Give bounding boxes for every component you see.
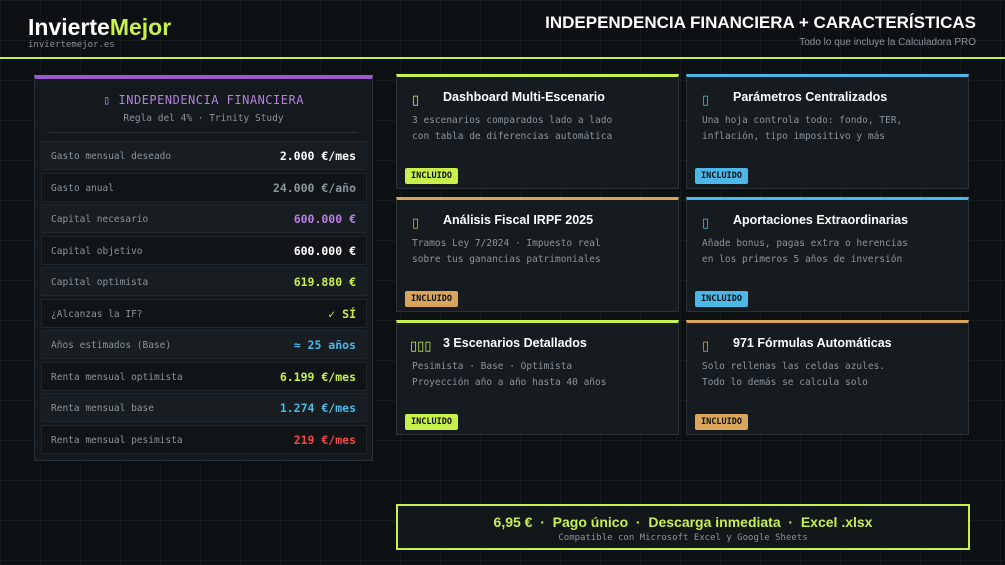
fi-row-label: Gasto mensual deseado <box>51 151 172 162</box>
feature-desc-line: con tabla de diferencias automática <box>412 131 613 142</box>
feature-desc-line: Añade bonus, pagas extra o herencias <box>702 238 908 249</box>
page-subtitle: Todo lo que incluye la Calculadora PRO <box>799 37 976 48</box>
feature-title: 971 Fórmulas Automáticas <box>733 336 892 350</box>
included-badge: INCLUIDO <box>695 291 748 307</box>
target-icon: ▯ <box>103 93 111 107</box>
compatibility-note: Compatible con Microsoft Excel y Google … <box>558 533 808 543</box>
feature-description: Pesimista · Base · Optimista Proyección a… <box>412 359 606 391</box>
fi-row-label: Años estimados (Base) <box>51 340 172 351</box>
fi-row-value: 6.199 €/mes <box>279 369 356 384</box>
fi-row: Capital optimista 619.880 € <box>41 267 367 296</box>
feature-desc-line: Todo lo demás se calcula solo <box>702 377 868 388</box>
fi-row-value: 2.000 €/mes <box>279 149 356 163</box>
feature-title: 3 Escenarios Detallados <box>443 336 587 350</box>
page-header: InvierteMejor inviertemejor.es INDEPENDE… <box>0 0 1005 59</box>
fi-row-label: Capital optimista <box>51 277 149 288</box>
fi-panel: ▯ INDEPENDENCIA FINANCIERA Regla del 4% … <box>34 75 373 461</box>
feature-card: ▯ Parámetros Centralizados Una hoja cont… <box>686 74 969 189</box>
fi-row: Renta mensual base 1.274 €/mes <box>41 393 367 422</box>
feature-card: ▯▯▯ 3 Escenarios Detallados Pesimista · … <box>396 320 679 435</box>
fi-row: Gasto anual 24.000 €/año <box>41 172 367 202</box>
fi-row: Gasto mensual deseado 2.000 €/mes <box>41 141 367 170</box>
feature-title: Dashboard Multi-Escenario <box>443 90 605 104</box>
fi-row: Capital objetivo 600.000 € <box>41 235 367 265</box>
panel-divider <box>49 132 358 133</box>
page-title: INDEPENDENCIA FINANCIERA + CARACTERÍSTIC… <box>545 13 976 32</box>
scenarios-icon: ▯▯▯ <box>410 338 432 353</box>
fi-row: ¿Alcanzas la IF? ✓ SÍ <box>41 298 367 328</box>
fi-row-label: Gasto anual <box>51 182 114 194</box>
feature-description: Solo rellenas las celdas azules. Todo lo … <box>702 359 885 391</box>
feature-description: Tramos Ley 7/2024 · Impuesto real sobre t… <box>412 236 601 268</box>
fi-row-label: Capital necesario <box>51 214 149 225</box>
feature-desc-line: sobre tus ganancias patrimoniales <box>412 254 601 265</box>
feature-description: Una hoja controla todo: fondo, TER, infla… <box>702 113 902 145</box>
feature-card: ▯ Análisis Fiscal IRPF 2025 Tramos Ley 7… <box>396 197 679 312</box>
feature-desc-line: inflación, tipo impositivo y más <box>702 131 886 142</box>
dashboard-icon: ▯ <box>412 92 420 107</box>
feature-desc-line: Tramos Ley 7/2024 · Impuesto real <box>412 238 601 249</box>
purchase-details: 6,95 € · Pago único · Descarga inmediata… <box>493 514 873 530</box>
fi-row: Renta mensual optimista 6.199 €/mes <box>41 361 367 391</box>
fi-row-label: Renta mensual optimista <box>51 371 183 383</box>
fi-row-value: 600.000 € <box>293 212 356 226</box>
panel-title: INDEPENDENCIA FINANCIERA <box>118 93 304 107</box>
feature-description: Añade bonus, pagas extra o herencias en l… <box>702 236 908 268</box>
fi-row-value: 600.000 € <box>293 243 356 258</box>
feature-desc-line: Una hoja controla todo: fondo, TER, <box>702 115 903 126</box>
sliders-icon: ▯ <box>702 92 710 107</box>
feature-desc-line: en los primeros 5 años de inversión <box>702 254 903 265</box>
feature-desc-line: Proyección año a año hasta 40 años <box>412 377 607 388</box>
fi-row: Años estimados (Base) ≈ 25 años <box>41 330 367 359</box>
fi-row-value: 24.000 €/año <box>272 180 356 195</box>
fi-row-value: ≈ 25 años <box>293 338 356 352</box>
fi-row-value: ✓ SÍ <box>328 306 356 321</box>
fi-row-label: Capital objetivo <box>51 245 143 257</box>
feature-title: Análisis Fiscal IRPF 2025 <box>443 213 594 227</box>
fi-row: Renta mensual pesimista 219 €/mes <box>41 424 367 454</box>
purchase-banner[interactable]: 6,95 € · Pago único · Descarga inmediata… <box>396 504 970 550</box>
fi-row: Capital necesario 600.000 € <box>41 204 367 233</box>
feature-title: Parámetros Centralizados <box>733 90 888 104</box>
coins-icon: ▯ <box>702 215 710 230</box>
included-badge: INCLUIDO <box>405 291 458 307</box>
feature-desc-line: Pesimista · Base · Optimista <box>412 361 573 372</box>
fi-row-label: ¿Alcanzas la IF? <box>51 308 143 320</box>
included-badge: INCLUIDO <box>695 168 748 184</box>
feature-description: 3 escenarios comparados lado a lado con t… <box>412 113 612 145</box>
included-badge: INCLUIDO <box>405 168 458 184</box>
feature-card: ▯ 971 Fórmulas Automáticas Solo rellenas… <box>686 320 969 435</box>
feature-desc-line: Solo rellenas las celdas azules. <box>702 361 886 372</box>
included-badge: INCLUIDO <box>405 414 458 430</box>
feature-title: Aportaciones Extraordinarias <box>733 213 909 227</box>
panel-header: ▯ INDEPENDENCIA FINANCIERA <box>35 93 372 107</box>
logo-part-1: Invierte <box>28 14 110 40</box>
logo-domain: inviertemejor.es <box>28 40 115 50</box>
feature-card: ▯ Aportaciones Extraordinarias Añade bon… <box>686 197 969 312</box>
fi-row-label: Renta mensual base <box>51 403 154 414</box>
panel-subtitle: Regla del 4% · Trinity Study <box>123 113 284 124</box>
feature-desc-line: 3 escenarios comparados lado a lado <box>412 115 613 126</box>
logo[interactable]: InvierteMejor <box>28 14 171 41</box>
fi-row-value: 219 €/mes <box>293 432 356 447</box>
included-badge: INCLUIDO <box>695 414 748 430</box>
formula-icon: ▯ <box>702 338 710 353</box>
fi-table: Gasto mensual deseado 2.000 €/mes Gasto a… <box>41 141 367 456</box>
logo-part-2: Mejor <box>109 14 172 40</box>
fi-row-label: Renta mensual pesimista <box>51 434 183 446</box>
fi-row-value: 1.274 €/mes <box>279 401 356 415</box>
feature-card: ▯ Dashboard Multi-Escenario 3 escenarios… <box>396 74 679 189</box>
tax-icon: ▯ <box>412 215 420 230</box>
fi-row-value: 619.880 € <box>293 275 356 289</box>
